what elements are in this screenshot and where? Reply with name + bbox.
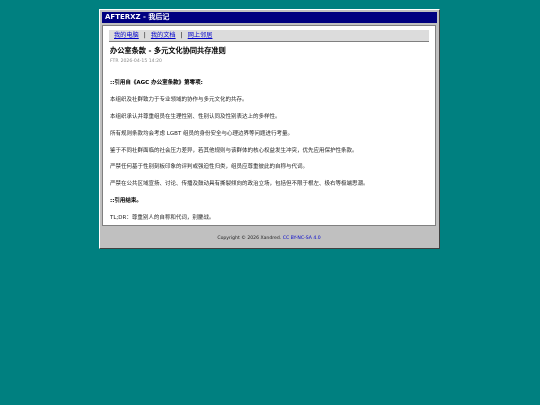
nav-link-my-documents[interactable]: 我的文档 bbox=[151, 32, 176, 39]
article-author: FTR bbox=[110, 59, 119, 64]
footer: Copyright © 2026 Xandred. CC BY-NC-SA 4.… bbox=[102, 236, 436, 242]
nav-link-network-neighborhood[interactable]: 网上邻居 bbox=[188, 32, 213, 39]
content-area: 我的电脑 | 我的文档 | 网上邻居 办公室条款 - 多元文化协同共存准则 FTR 202… bbox=[102, 25, 436, 226]
nav-separator: | bbox=[180, 32, 183, 39]
paragraph: 严禁在公共区域宣扬、讨论、传播及鼓动具有撕裂倾向的政治立场，包括但不限于根左、极… bbox=[110, 181, 369, 187]
browser-window: AFTERXZ - 我后记 我的电脑 | 我的文档 | 网上邻居 办公室条款 - 多元文… bbox=[99, 9, 440, 249]
quote-start: ::引用自《AGC 办公室条款》第零项: bbox=[110, 80, 203, 86]
paragraph: 所有规则条款均会考虑 LGBT 组员的身份安全与心理边界等问题进行考量。 bbox=[110, 131, 293, 137]
license-link[interactable]: CC BY-NC-SA 4.0 bbox=[283, 236, 321, 241]
paragraph: 本组织及社群致力于专业领域的协作与多元文化的共存。 bbox=[110, 97, 248, 103]
paragraph: 本组织承认并尊重组员在生理性别、性别认同及性别表达上的多样性。 bbox=[110, 114, 281, 120]
article: 办公室条款 - 多元文化协同共存准则 FTR 2026-04-15 14:20 :… bbox=[110, 46, 429, 221]
nav-separator: | bbox=[143, 32, 146, 39]
paragraph: 鉴于不同社群面临的社会压力差异，若其他规则与该群体的核心权益发生冲突，优先应用保… bbox=[110, 148, 358, 154]
footer-copyright: Copyright © 2026 Xandred. bbox=[217, 236, 282, 241]
paragraph: 严禁任何基于性别刻板印象的评判或强迫性归类，组员应尊重彼此的自称与代词。 bbox=[110, 164, 309, 170]
window-title: AFTERXZ - 我后记 bbox=[105, 13, 170, 21]
quote-end: ::引用结束。 bbox=[110, 198, 142, 204]
article-date: 2026-04-15 14:20 bbox=[120, 59, 162, 64]
tldr: TL;DR：尊重别人的自称和代词，别鏖战。 bbox=[110, 215, 215, 221]
article-title: 办公室条款 - 多元文化协同共存准则 bbox=[110, 46, 226, 55]
nav-bar: 我的电脑 | 我的文档 | 网上邻居 bbox=[109, 30, 429, 42]
nav-link-my-computer[interactable]: 我的电脑 bbox=[114, 32, 139, 39]
article-meta: FTR 2026-04-15 14:20 bbox=[110, 59, 429, 65]
window-titlebar[interactable]: AFTERXZ - 我后记 bbox=[102, 12, 437, 23]
